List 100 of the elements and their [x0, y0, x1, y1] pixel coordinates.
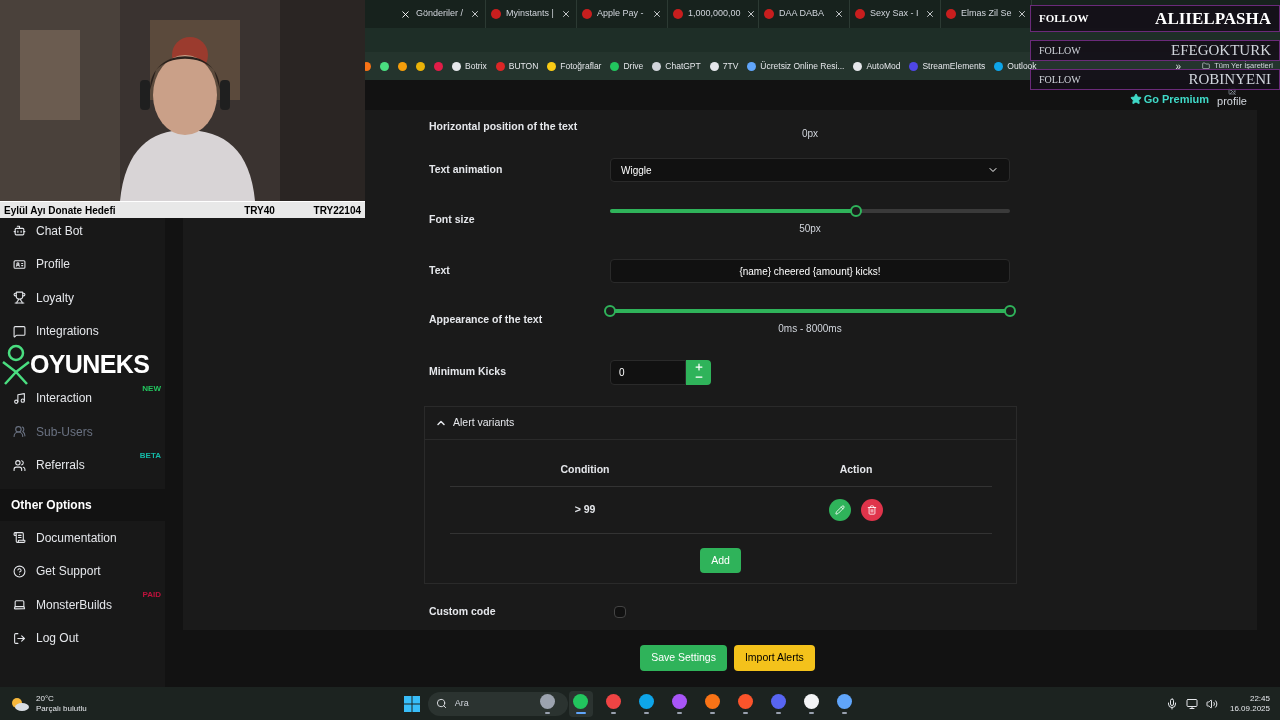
bookmark-icon [610, 61, 620, 71]
users-icon [13, 425, 26, 439]
tab-icon [855, 9, 865, 19]
scroll-icon [13, 531, 26, 545]
logout-icon [13, 631, 26, 645]
bookmark[interactable]: 7TV [709, 60, 739, 72]
app-icon [705, 693, 721, 709]
taskbar-search[interactable]: Ara [427, 691, 568, 716]
weather-condition: Parçalı bulutlu [36, 703, 87, 714]
sidebar-item[interactable]: Log Out [0, 621, 165, 655]
bookmark-icon [909, 61, 919, 71]
bookmark[interactable]: ChatGPT [652, 60, 701, 72]
column-header: Action [838, 462, 874, 478]
follow-label: FOLLOW [1039, 11, 1089, 27]
section-header: Other Options [0, 489, 165, 521]
close-icon[interactable] [561, 9, 571, 19]
bookmark-icon [994, 61, 1004, 71]
accordion-header[interactable]: Alert variants [425, 407, 1016, 440]
star-icon [1129, 92, 1142, 105]
robot-icon [13, 224, 26, 238]
sidebar-item[interactable]: Interaction NEW [0, 381, 165, 415]
bookmark[interactable] [380, 60, 389, 72]
field-label: Minimum Kicks [429, 364, 508, 380]
id-card-icon [13, 257, 26, 271]
volume-icon[interactable] [1205, 697, 1218, 710]
broken-image-icon [1228, 87, 1236, 95]
bookmark[interactable] [416, 60, 425, 72]
tab-icon [673, 9, 683, 19]
microphone-icon[interactable] [1165, 697, 1178, 710]
close-icon[interactable] [652, 9, 662, 19]
edit-button[interactable] [829, 499, 851, 521]
badge-label: NEW [142, 383, 161, 393]
go-premium-link[interactable]: Go Premium [1129, 90, 1210, 107]
app-icon [672, 693, 688, 709]
goal-target: TRY22104 [313, 203, 361, 218]
slider-value: 0px [801, 127, 819, 141]
sidebar-item[interactable]: Referrals BETA [0, 448, 165, 482]
close-icon[interactable] [925, 9, 935, 19]
app-icon [606, 693, 622, 709]
delete-button[interactable] [861, 499, 883, 521]
close-icon[interactable] [745, 9, 756, 19]
profile-link[interactable]: profile [1217, 95, 1247, 107]
field-label: Text [429, 263, 451, 279]
temperature: 20°C [36, 693, 55, 704]
follower-name: ROBINYENI [1188, 70, 1271, 90]
bookmark[interactable]: Ücretsiz Online Resi... [747, 60, 845, 72]
badge-label: BETA [139, 450, 161, 460]
taskbar-app[interactable] [568, 690, 593, 717]
range-thumb[interactable] [604, 304, 616, 317]
app-icon [771, 693, 787, 709]
import-alerts-button[interactable]: Import Alerts [733, 645, 815, 671]
number-input[interactable]: 0 [610, 359, 686, 385]
bookmark-icon [652, 61, 662, 71]
sidebar-item[interactable]: Profile [0, 247, 165, 281]
tab-title: Elmas Zil Se [961, 7, 1012, 21]
follower-name: ALIIELPASHA [1155, 7, 1271, 30]
range-thumb[interactable] [1004, 304, 1016, 317]
app-icon [573, 693, 589, 709]
tab-title: 1,000,000,00 [688, 7, 741, 21]
weather-cloud-icon [10, 695, 30, 712]
bookmark[interactable]: Outlook [994, 60, 1037, 72]
tab-icon [946, 9, 956, 19]
close-icon[interactable] [1016, 9, 1027, 19]
sidebar-item[interactable]: Get Support [0, 554, 165, 588]
animation-select[interactable]: Wiggle [610, 158, 1010, 182]
bookmark[interactable]: Fotoğraflar [547, 60, 602, 72]
text-input[interactable]: {name} cheered {amount} kicks! [610, 259, 1010, 283]
follow-label: FOLLOW [1039, 44, 1081, 58]
bookmark-icon [747, 61, 757, 71]
bookmark[interactable]: StreamElements [909, 60, 986, 72]
bookmark-icon [547, 61, 557, 71]
bookmark[interactable]: Drive [610, 60, 644, 72]
tab-icon [491, 9, 501, 19]
bookmark[interactable] [398, 60, 407, 72]
tab-icon [764, 9, 774, 19]
laptop-icon [13, 598, 26, 612]
trash-icon [867, 505, 877, 515]
trophy-icon [13, 291, 26, 305]
increment-decrement-button[interactable] [686, 359, 711, 385]
slider-thumb[interactable] [850, 204, 862, 217]
help-icon [13, 564, 26, 578]
tab-icon [582, 9, 592, 19]
pencil-icon [835, 505, 845, 515]
chat-icon [13, 324, 26, 338]
sidebar-item[interactable]: Integrations [0, 314, 165, 348]
windows-logo-icon[interactable] [403, 695, 420, 712]
sidebar-item[interactable]: Documentation [0, 521, 165, 555]
custom-code-checkbox[interactable] [614, 606, 626, 618]
close-icon[interactable] [834, 9, 844, 19]
bookmark[interactable]: Botrix [452, 60, 487, 72]
bookmark[interactable]: BUTON [495, 60, 539, 72]
app-icon [837, 693, 853, 709]
field-label: Horizontal position of the text [429, 119, 579, 134]
range-value: 0ms - 8000ms [778, 321, 842, 336]
sidebar-item[interactable]: Loyalty [0, 281, 165, 315]
close-icon[interactable] [470, 9, 480, 19]
field-label: Text animation [429, 162, 504, 178]
search-icon [435, 698, 447, 709]
sidebar-item[interactable]: MonsterBuilds PAID [0, 588, 165, 622]
bookmark[interactable]: AutoMod [853, 60, 901, 72]
